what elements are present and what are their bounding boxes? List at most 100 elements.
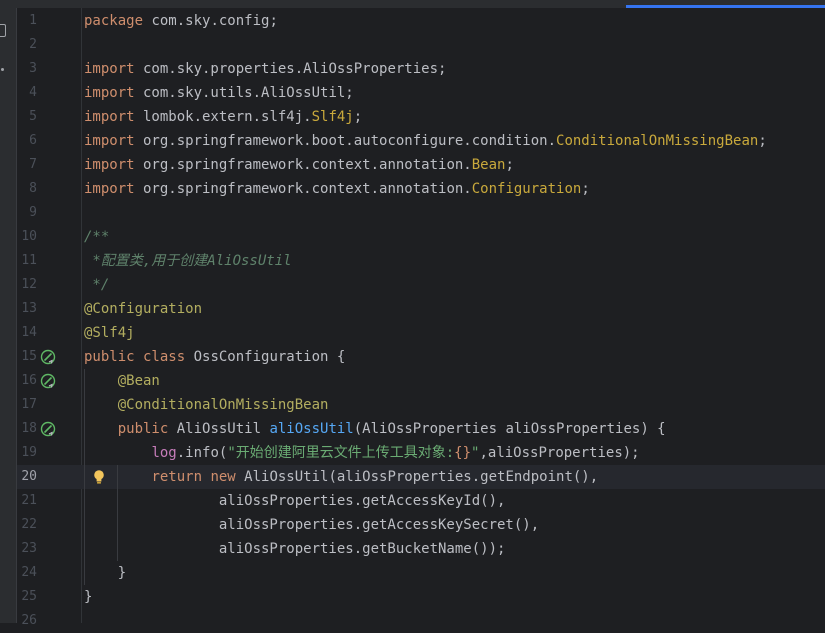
- code-line[interactable]: 20 return new AliOssUtil(aliOssPropertie…: [17, 465, 825, 489]
- code-line[interactable]: 13 @Configuration: [17, 297, 825, 321]
- line-number[interactable]: 7: [17, 153, 37, 177]
- code-line[interactable]: 9: [17, 201, 825, 225]
- bean-config-icon[interactable]: [40, 349, 56, 365]
- code-line[interactable]: 18 public AliOssUtil aliOssUtil(AliOssPr…: [17, 417, 825, 441]
- line-number[interactable]: 19: [17, 441, 37, 465]
- code-text[interactable]: */: [84, 273, 109, 297]
- code-text[interactable]: package com.sky.config;: [84, 9, 278, 33]
- code-token: @ConditionalOnMissingBean: [117, 397, 329, 413]
- code-line[interactable]: 26: [17, 609, 825, 633]
- code-line[interactable]: 15 public class OssConfiguration {: [17, 345, 825, 369]
- panel-icon[interactable]: [0, 24, 6, 37]
- code-token: com.sky.config;: [143, 13, 278, 29]
- code-line[interactable]: 25}: [17, 585, 825, 609]
- code-token: return new: [151, 469, 236, 485]
- code-line[interactable]: 3 import com.sky.properties.AliOssPropert…: [17, 57, 825, 81]
- line-number[interactable]: 25: [17, 585, 37, 609]
- code-text[interactable]: *配置类,用于创建AliOssUtil: [84, 249, 292, 273]
- code-text[interactable]: public class OssConfiguration {: [84, 345, 345, 369]
- code-text[interactable]: import lombok.extern.slf4j.Slf4j;: [84, 105, 362, 129]
- code-line[interactable]: 7 import org.springframework.context.anno…: [17, 153, 825, 177]
- code-line[interactable]: 22 aliOssProperties.getAccessKeySecret()…: [17, 513, 825, 537]
- code-token: import: [84, 181, 135, 197]
- line-number[interactable]: 23: [17, 537, 37, 561]
- code-text[interactable]: @Configuration: [84, 297, 202, 321]
- code-text[interactable]: public AliOssUtil aliOssUtil(AliOssPrope…: [84, 417, 666, 441]
- line-number[interactable]: 3: [17, 57, 37, 81]
- code-token: Bean: [471, 157, 506, 173]
- line-number[interactable]: 5: [17, 105, 37, 129]
- line-number[interactable]: 1: [17, 9, 37, 33]
- code-text[interactable]: @Bean: [84, 369, 160, 393]
- line-number[interactable]: 22: [17, 513, 37, 537]
- line-number[interactable]: 26: [17, 609, 37, 633]
- code-line[interactable]: 2: [17, 33, 825, 57]
- code-text[interactable]: /**: [84, 225, 109, 249]
- code-text[interactable]: }: [84, 585, 92, 609]
- code-line[interactable]: 21 aliOssProperties.getAccessKeyId(),: [17, 489, 825, 513]
- code-text[interactable]: aliOssProperties.getBucketName());: [84, 537, 506, 561]
- code-token: package: [84, 13, 144, 29]
- code-token: OssConfiguration {: [185, 349, 346, 365]
- code-token: import: [84, 109, 135, 125]
- code-text[interactable]: aliOssProperties.getAccessKeyId(),: [84, 489, 506, 513]
- code-line[interactable]: 6 import org.springframework.boot.autocon…: [17, 129, 825, 153]
- line-number[interactable]: 11: [17, 249, 37, 273]
- line-number[interactable]: 14: [17, 321, 37, 345]
- code-line[interactable]: 24 }: [17, 561, 825, 585]
- line-number[interactable]: 16: [17, 369, 37, 393]
- code-token: org.springframework.context.annotation.: [134, 157, 472, 173]
- code-text[interactable]: aliOssProperties.getAccessKeySecret(),: [84, 513, 539, 537]
- code-text[interactable]: import org.springframework.context.annot…: [84, 177, 590, 201]
- line-number[interactable]: 18: [17, 417, 37, 441]
- line-number[interactable]: 9: [17, 201, 37, 225]
- more-icon[interactable]: [1, 68, 4, 71]
- code-line[interactable]: 10 /**: [17, 225, 825, 249]
- line-number[interactable]: 24: [17, 561, 37, 585]
- line-number[interactable]: 2: [17, 33, 37, 57]
- code-line[interactable]: 5 import lombok.extern.slf4j.Slf4j;: [17, 105, 825, 129]
- code-text[interactable]: import com.sky.properties.AliOssProperti…: [84, 57, 446, 81]
- line-number[interactable]: 15: [17, 345, 37, 369]
- code-text[interactable]: return new AliOssUtil(aliOssProperties.g…: [84, 465, 598, 489]
- code-text[interactable]: import org.springframework.boot.autoconf…: [84, 129, 767, 153]
- code-line[interactable]: 4 import com.sky.utils.AliOssUtil;: [17, 81, 825, 105]
- tool-window-strip: [0, 0, 17, 623]
- code-token: ;: [581, 181, 590, 197]
- code-token: import: [84, 85, 135, 101]
- code-token: Slf4j: [311, 109, 354, 125]
- line-number[interactable]: 13: [17, 297, 37, 321]
- line-number[interactable]: 20: [17, 465, 37, 489]
- code-text[interactable]: import com.sky.utils.AliOssUtil;: [84, 81, 354, 105]
- code-token: com.sky.properties.AliOssProperties;: [134, 61, 447, 77]
- code-line[interactable]: 12 */: [17, 273, 825, 297]
- code-line[interactable]: 19 log.info("开始创建阿里云文件上传工具对象:{}",aliOssP…: [17, 441, 825, 465]
- code-text[interactable]: @ConditionalOnMissingBean: [84, 393, 329, 417]
- code-text[interactable]: import org.springframework.context.annot…: [84, 153, 514, 177]
- code-text[interactable]: @Slf4j: [84, 321, 135, 345]
- code-line[interactable]: 11 *配置类,用于创建AliOssUtil: [17, 249, 825, 273]
- bean-method-icon[interactable]: [40, 373, 56, 389]
- code-text[interactable]: }: [84, 561, 126, 585]
- bean-return-icon[interactable]: [40, 421, 56, 437]
- line-number[interactable]: 12: [17, 273, 37, 297]
- line-number[interactable]: 17: [17, 393, 37, 417]
- code-token: import: [84, 133, 135, 149]
- line-number[interactable]: 8: [17, 177, 37, 201]
- code-line[interactable]: 1 package com.sky.config;: [17, 9, 825, 33]
- line-number[interactable]: 6: [17, 129, 37, 153]
- code-token: (AliOssProperties aliOssProperties) {: [353, 421, 666, 437]
- line-number[interactable]: 10: [17, 225, 37, 249]
- code-token: @Slf4j: [84, 325, 135, 341]
- line-number[interactable]: 21: [17, 489, 37, 513]
- code-line[interactable]: 16 @Bean: [17, 369, 825, 393]
- line-number[interactable]: 4: [17, 81, 37, 105]
- code-line[interactable]: 8 import org.springframework.context.anno…: [17, 177, 825, 201]
- code-text[interactable]: log.info("开始创建阿里云文件上传工具对象:{}",aliOssProp…: [84, 441, 639, 465]
- code-line[interactable]: 17 @ConditionalOnMissingBean: [17, 393, 825, 417]
- code-line[interactable]: 14 @Slf4j: [17, 321, 825, 345]
- code-token: import: [84, 157, 135, 173]
- code-editor[interactable]: 1 package com.sky.config; 2 3 import com.sky…: [17, 8, 825, 628]
- code-line[interactable]: 23 aliOssProperties.getBucketName());: [17, 537, 825, 561]
- code-token: *配置类,用于创建AliOssUtil: [84, 253, 292, 269]
